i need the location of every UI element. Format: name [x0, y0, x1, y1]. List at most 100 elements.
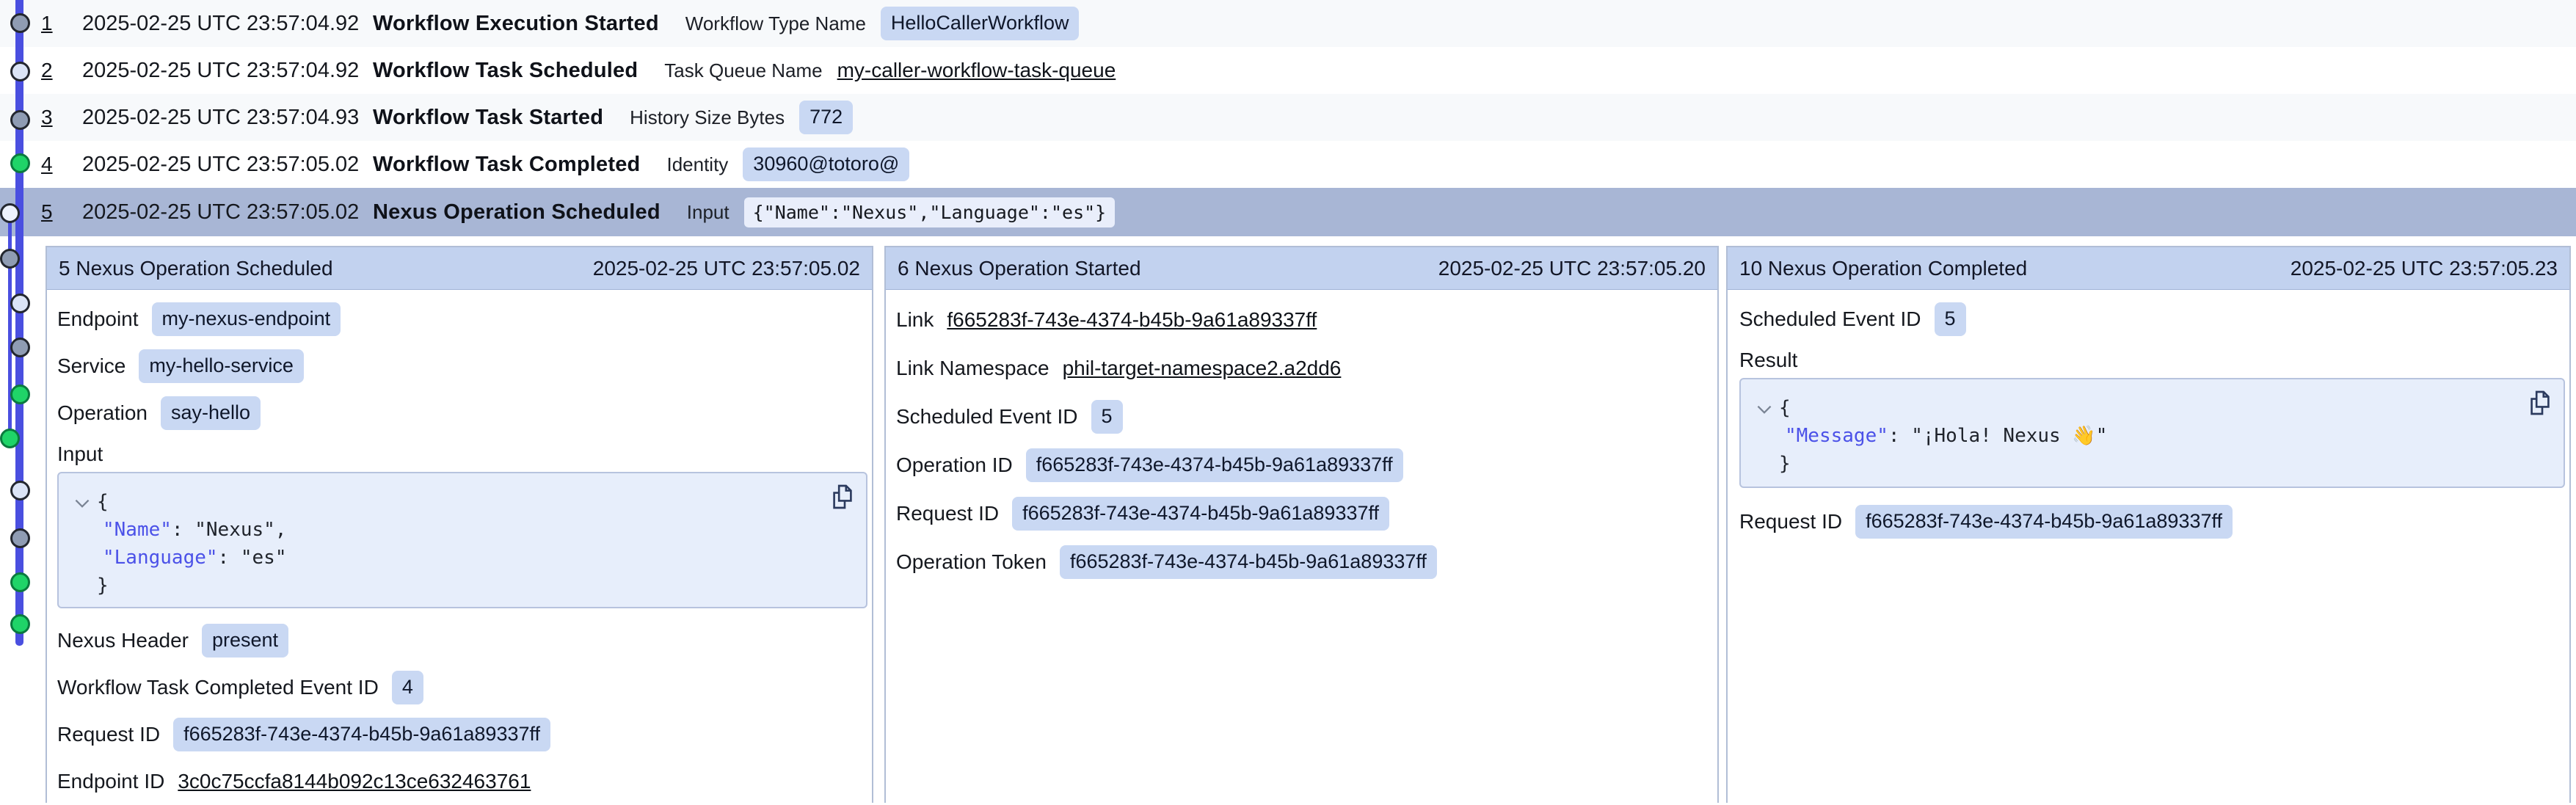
json-key: "Name" [103, 519, 172, 541]
detail-row-link-namespace: Link Namespace phil-target-namespace2.a2… [896, 344, 1713, 393]
panel-header: 6 Nexus Operation Started 2025-02-25 UTC… [886, 247, 1717, 290]
event-id-link[interactable]: 1 [41, 12, 57, 35]
panel-title: 5 Nexus Operation Scheduled [59, 257, 333, 280]
event-timestamp: 2025-02-25 UTC 23:57:04.93 [82, 106, 373, 130]
panel-header: 5 Nexus Operation Scheduled 2025-02-25 U… [47, 247, 872, 290]
field-label: Request ID [896, 502, 999, 525]
timeline-marker-light[interactable] [10, 481, 30, 500]
field-value-badge: 5 [1091, 400, 1123, 433]
detail-row-request-id: Request ID f665283f-743e-4374-b45b-9a61a… [57, 711, 867, 758]
field-label: Link Namespace [896, 357, 1049, 380]
timeline-marker-green[interactable] [10, 614, 30, 634]
link-namespace-value[interactable]: phil-target-namespace2.a2dd6 [1063, 357, 1342, 380]
timeline-marker-gray[interactable] [0, 249, 20, 269]
field-label: Operation [57, 401, 148, 425]
timeline-marker-gray[interactable] [10, 528, 30, 548]
event-timestamp: 2025-02-25 UTC 23:57:05.02 [82, 200, 373, 225]
event-title: Workflow Task Completed [373, 153, 640, 177]
detail-row-scheduled-event-id: Scheduled Event ID 5 [1739, 296, 2565, 343]
field-value-badge: 5 [1935, 302, 1966, 335]
event-timestamp: 2025-02-25 UTC 23:57:04.92 [82, 12, 373, 36]
timeline-marker-green[interactable] [10, 572, 30, 592]
copy-button[interactable] [2528, 390, 2552, 418]
timeline-marker-gray[interactable] [10, 13, 30, 33]
event-row-1[interactable]: 1 2025-02-25 UTC 23:57:04.92 Workflow Ex… [0, 0, 2576, 47]
task-queue-link[interactable]: my-caller-workflow-task-queue [837, 59, 1116, 82]
event-id-link[interactable]: 3 [41, 106, 57, 129]
event-field-label: Identity [666, 153, 728, 176]
timeline-marker-green[interactable] [0, 429, 20, 448]
json-sep: : [1888, 425, 1911, 447]
input-json-viewer: { "Name": "Nexus", "Language": "es" } [57, 472, 867, 608]
panel-header: 10 Nexus Operation Completed 2025-02-25 … [1728, 247, 2569, 290]
timeline-marker-gray[interactable] [10, 338, 30, 357]
detail-row-operation: Operation say-hello [57, 390, 867, 437]
event-field-label: Task Queue Name [664, 59, 822, 82]
panel-title: 10 Nexus Operation Completed [1739, 257, 2027, 280]
event-id-link[interactable]: 5 [41, 200, 57, 224]
json-value: "es" [241, 547, 287, 569]
event-row-4[interactable]: 4 2025-02-25 UTC 23:57:05.02 Workflow Ta… [0, 141, 2576, 188]
timeline-marker-light[interactable] [10, 62, 30, 81]
detail-row-endpoint-id: Endpoint ID 3c0c75ccfa8144b092c13ce63246… [57, 758, 867, 805]
timeline-marker-green[interactable] [10, 153, 30, 173]
event-row-5-selected[interactable]: 5 2025-02-25 UTC 23:57:05.02 Nexus Opera… [0, 188, 2576, 236]
json-brace: { [97, 491, 109, 513]
collapse-chevron-icon[interactable] [1757, 394, 1779, 422]
event-title: Workflow Execution Started [373, 12, 659, 36]
json-line: } [75, 572, 866, 600]
detail-row-link: Link f665283f-743e-4374-b45b-9a61a89337f… [896, 296, 1713, 344]
panel-nexus-operation-started: 6 Nexus Operation Started 2025-02-25 UTC… [884, 246, 1719, 803]
link-value[interactable]: f665283f-743e-4374-b45b-9a61a89337ff [947, 308, 1317, 332]
copy-button[interactable] [831, 484, 854, 512]
event-field-label: Workflow Type Name [685, 12, 866, 35]
event-field-label: History Size Bytes [630, 106, 785, 129]
json-brace: } [97, 575, 109, 597]
json-line: { [75, 488, 866, 516]
panel-timestamp: 2025-02-25 UTC 23:57:05.23 [2291, 257, 2558, 280]
field-value-badge: f665283f-743e-4374-b45b-9a61a89337ff [1026, 448, 1403, 481]
json-line: { [1757, 394, 2564, 422]
json-line: "Name": "Nexus", [75, 516, 866, 544]
detail-row-request-id: Request ID f665283f-743e-4374-b45b-9a61a… [1739, 498, 2565, 545]
event-timestamp: 2025-02-25 UTC 23:57:04.92 [82, 59, 373, 83]
code-block-label: Result [1739, 349, 1797, 372]
result-label: Result [1739, 343, 2565, 378]
field-label: Operation ID [896, 454, 1013, 477]
event-field-value-badge: 772 [799, 101, 853, 134]
timeline-main-line [15, 0, 23, 646]
field-label: Request ID [57, 723, 160, 746]
event-timestamp: 2025-02-25 UTC 23:57:05.02 [82, 153, 373, 177]
panel-title: 6 Nexus Operation Started [898, 257, 1141, 280]
timeline-marker-gray[interactable] [10, 110, 30, 130]
event-field-label: Input [687, 201, 729, 224]
panel-nexus-operation-completed: 10 Nexus Operation Completed 2025-02-25 … [1726, 246, 2571, 803]
json-value: "Nexus", [194, 519, 286, 541]
event-id-link[interactable]: 2 [41, 59, 57, 82]
field-label: Scheduled Event ID [1739, 307, 1921, 331]
detail-row-operation-token: Operation Token f665283f-743e-4374-b45b-… [896, 538, 1713, 586]
endpoint-id-link[interactable]: 3c0c75ccfa8144b092c13ce632463761 [178, 770, 531, 793]
json-line: "Language": "es" [75, 544, 866, 572]
code-block-label: Input [57, 442, 103, 466]
event-title: Nexus Operation Scheduled [373, 200, 661, 225]
timeline-marker-green[interactable] [10, 385, 30, 404]
timeline-marker-white[interactable] [0, 203, 20, 223]
event-history-list: 1 2025-02-25 UTC 23:57:04.92 Workflow Ex… [0, 0, 2576, 236]
panel-timestamp: 2025-02-25 UTC 23:57:05.02 [593, 257, 860, 280]
json-line: "Message": "¡Hola! Nexus 👋" [1757, 422, 2564, 450]
event-row-2[interactable]: 2 2025-02-25 UTC 23:57:04.92 Workflow Ta… [0, 47, 2576, 94]
json-line: } [1757, 450, 2564, 478]
field-value-badge: f665283f-743e-4374-b45b-9a61a89337ff [1060, 545, 1437, 578]
panel-nexus-operation-scheduled: 5 Nexus Operation Scheduled 2025-02-25 U… [46, 246, 873, 803]
event-title: Workflow Task Scheduled [373, 59, 638, 83]
field-value-badge: f665283f-743e-4374-b45b-9a61a89337ff [1855, 505, 2233, 538]
field-value-badge: f665283f-743e-4374-b45b-9a61a89337ff [173, 718, 550, 751]
field-value-badge: my-nexus-endpoint [152, 302, 341, 335]
event-input-json-badge: {"Name":"Nexus","Language":"es"} [744, 197, 1116, 227]
collapse-chevron-icon[interactable] [75, 488, 97, 516]
event-id-link[interactable]: 4 [41, 153, 57, 176]
panel-timestamp: 2025-02-25 UTC 23:57:05.20 [1438, 257, 1706, 280]
event-row-3[interactable]: 3 2025-02-25 UTC 23:57:04.93 Workflow Ta… [0, 94, 2576, 141]
timeline-marker-light[interactable] [10, 294, 30, 313]
